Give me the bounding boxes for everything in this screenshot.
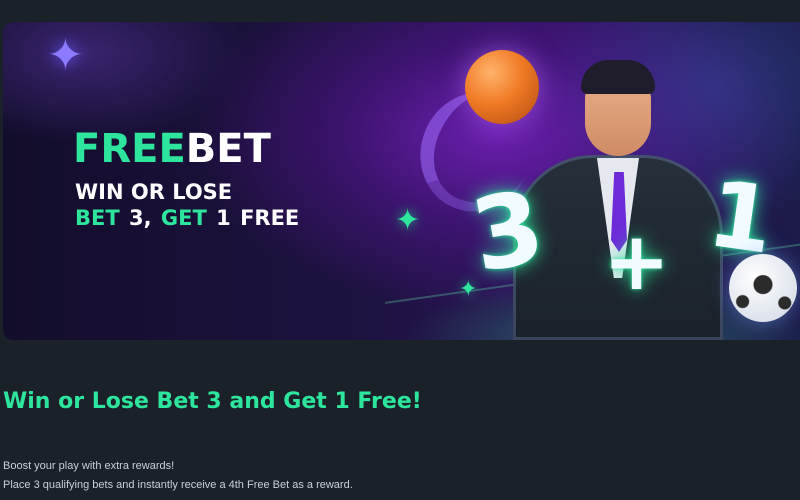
soccer-ball-icon xyxy=(729,254,797,322)
tagline-bet-number: 3, xyxy=(129,206,152,230)
promo-intro-text: Boost your play with extra rewards! xyxy=(3,460,175,472)
promo-page: ✦ ✦ ✦ FREEBET WIN OR LOSE BET 3, GET 1 F… xyxy=(0,0,800,500)
freebet-logo: FREEBET xyxy=(73,129,271,169)
logo-free-text: FREE xyxy=(73,126,186,172)
promo-description-text: Place 3 qualifying bets and instantly re… xyxy=(3,479,353,491)
tagline-get-word: GET xyxy=(160,206,207,230)
promo-banner[interactable]: ✦ ✦ ✦ FREEBET WIN OR LOSE BET 3, GET 1 F… xyxy=(3,22,800,340)
logo-bet-text: BET xyxy=(185,126,271,172)
graphic-number-one: 1 xyxy=(701,160,781,275)
banner-tagline-line2: BET 3, GET 1 FREE xyxy=(75,208,299,229)
sparkle-icon: ✦ xyxy=(395,204,421,237)
promo-headline: Win or Lose Bet 3 and Get 1 Free! xyxy=(3,389,422,414)
tagline-bet-word: BET xyxy=(75,206,120,230)
banner-tagline-line1: WIN OR LOSE xyxy=(75,180,233,204)
graphic-plus: + xyxy=(603,215,671,308)
tagline-get-rest: 1 FREE xyxy=(216,206,300,230)
sparkle-icon: ✦ xyxy=(459,276,478,301)
mascot-hair xyxy=(581,60,655,94)
sparkle-icon: ✦ xyxy=(47,31,84,80)
